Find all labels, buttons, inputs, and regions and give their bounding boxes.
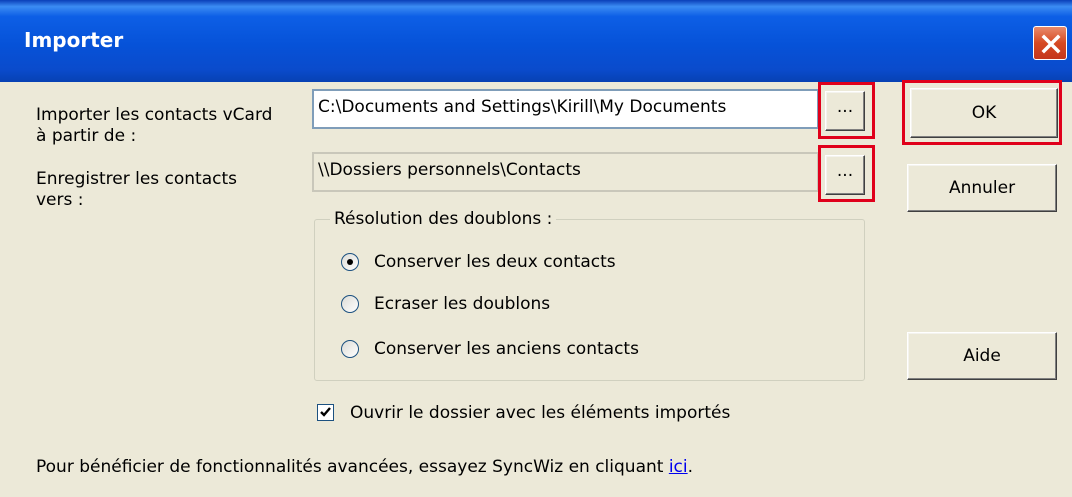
ok-button-highlight xyxy=(902,80,1062,145)
duplicates-title: Résolution des doublons : xyxy=(330,208,557,230)
radio-keep-old-label[interactable]: Conserver les anciens contacts xyxy=(374,338,639,360)
close-button[interactable] xyxy=(1033,26,1067,60)
radio-selected-dot xyxy=(347,259,353,265)
save-label-line2: vers : xyxy=(36,190,84,210)
footer-suffix: . xyxy=(687,457,694,477)
radio-overwrite-label[interactable]: Ecraser les doublons xyxy=(374,293,550,315)
open-folder-label[interactable]: Ouvrir le dossier avec les éléments impo… xyxy=(350,402,730,424)
import-browse-highlight xyxy=(818,82,875,139)
save-browse-highlight xyxy=(818,145,875,202)
syncwiz-link[interactable]: ici xyxy=(669,457,688,477)
window-title: Importer xyxy=(24,28,124,52)
close-icon xyxy=(1041,34,1061,54)
radio-keep-old[interactable] xyxy=(341,340,359,358)
save-label-line1: Enregistrer les contacts xyxy=(36,169,238,189)
radio-overwrite[interactable] xyxy=(341,295,359,313)
checkmark-icon xyxy=(320,407,331,417)
radio-keep-both[interactable] xyxy=(341,253,359,271)
save-path-field: \\Dossiers personnels\Contacts xyxy=(312,152,819,192)
title-bar: Importer xyxy=(0,0,1072,82)
radio-keep-both-label[interactable]: Conserver les deux contacts xyxy=(374,251,616,273)
cancel-button[interactable]: Annuler xyxy=(907,164,1057,212)
import-path-input[interactable]: C:\Documents and Settings\Kirill\My Docu… xyxy=(312,89,819,129)
footer-text: Pour bénéficier de fonctionnalités avanc… xyxy=(36,456,693,478)
open-folder-checkbox[interactable] xyxy=(317,404,334,421)
help-button[interactable]: Aide xyxy=(907,332,1057,380)
import-label-line1: Importer les contacts vCard xyxy=(36,105,273,125)
import-label-line2: à partir de : xyxy=(36,126,137,146)
footer-message: Pour bénéficier de fonctionnalités avanc… xyxy=(36,457,669,477)
